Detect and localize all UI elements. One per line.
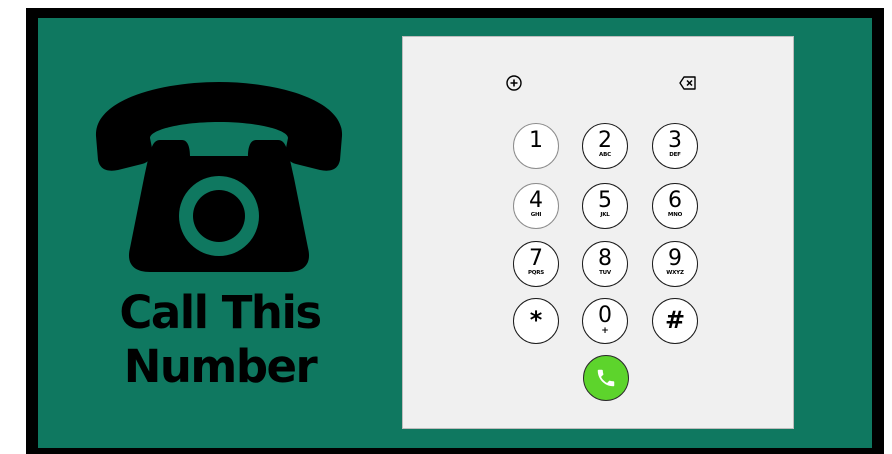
dialpad-key-9[interactable]: 9 WXYZ — [652, 241, 698, 287]
dialpad-key-4[interactable]: 4 GHI — [513, 183, 559, 229]
dialpad-key-5[interactable]: 5 JKL — [582, 183, 628, 229]
backspace-delete-icon[interactable] — [679, 74, 697, 92]
dialpad-key-7[interactable]: 7 PQRS — [513, 241, 559, 287]
key-letters: JKL — [600, 212, 610, 218]
key-digit: 5 — [598, 188, 612, 213]
call-button[interactable] — [583, 355, 629, 401]
dialpad-key-6[interactable]: 6 MNO — [652, 183, 698, 229]
phone-handset-icon — [597, 369, 615, 387]
key-letters: TUV — [599, 270, 611, 276]
key-letters: GHI — [530, 212, 542, 218]
key-letters: DEF — [669, 152, 681, 158]
dialpad-key-8[interactable]: 8 TUV — [582, 241, 628, 287]
key-digit: * — [529, 306, 543, 334]
key-letters: + — [601, 326, 609, 336]
key-digit: 1 — [529, 128, 543, 153]
key-letters: ABC — [599, 152, 611, 158]
key-letters: MNO — [667, 212, 683, 218]
key-digit: 0 — [598, 303, 612, 328]
key-letters: PQRS — [527, 270, 545, 276]
add-contact-plus-icon[interactable] — [505, 74, 523, 92]
headline-line-2: Number — [123, 340, 318, 393]
rotary-telephone-icon — [95, 82, 343, 272]
key-digit: 4 — [529, 188, 543, 213]
key-digit: 2 — [598, 128, 612, 153]
key-digit: 8 — [598, 246, 612, 271]
key-letters: WXYZ — [666, 270, 684, 276]
dialpad-key-2[interactable]: 2 ABC — [582, 123, 628, 169]
dialpad-key-star[interactable]: * — [513, 298, 559, 344]
poster-headline: Call This Number — [92, 286, 348, 394]
dialpad-key-3[interactable]: 3 DEF — [652, 123, 698, 169]
key-digit: 6 — [668, 188, 682, 213]
dialpad-key-0[interactable]: 0 + — [582, 298, 628, 344]
key-digit: 9 — [668, 246, 682, 271]
dialpad-key-1[interactable]: 1 — [513, 123, 559, 169]
dialpad-key-hash[interactable]: # — [652, 298, 698, 344]
dialpad-panel: 1 2 ABC 3 DEF 4 GHI 5 JKL 6 MNO 7 PQRS 8… — [402, 36, 794, 429]
key-digit: # — [664, 306, 686, 334]
key-digit: 3 — [668, 128, 682, 153]
key-digit: 7 — [529, 246, 543, 271]
headline-line-1: Call This — [119, 286, 322, 339]
